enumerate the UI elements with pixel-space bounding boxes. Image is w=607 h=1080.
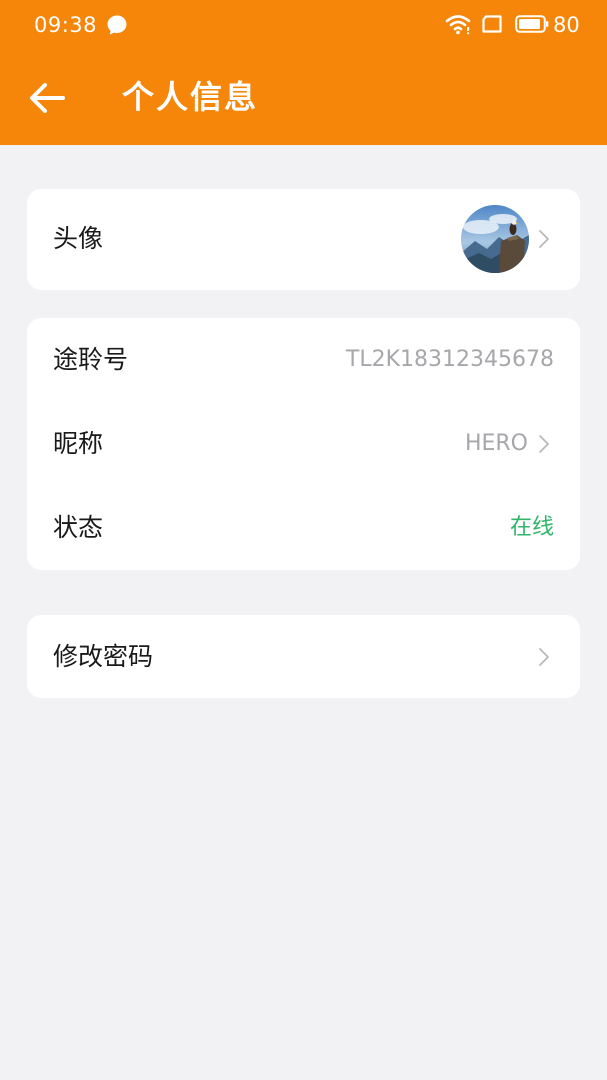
status-value: 在线 (509, 515, 554, 540)
wifi-icon (445, 15, 471, 35)
arrow-left-icon (30, 83, 65, 113)
sim-card-icon (482, 15, 502, 33)
chevron-right-icon (539, 435, 549, 453)
chevron-right-icon (539, 230, 549, 248)
battery-icon (515, 15, 549, 33)
change-password-row[interactable]: 修改密码 (27, 615, 580, 698)
status-time: 09:38 (34, 13, 98, 37)
back-button[interactable] (18, 72, 74, 124)
chevron-right-icon (539, 648, 549, 666)
avatar[interactable] (461, 205, 529, 273)
account-id-value: TL2K18312345678 (345, 347, 554, 372)
security-card: 修改密码 (27, 615, 580, 698)
avatar-row[interactable]: 头像 (27, 189, 580, 290)
avatar-card: 头像 (27, 189, 580, 290)
info-card: 途聆号 TL2K18312345678 昵称 HERO 状态 在线 (27, 318, 580, 570)
nav-bar: 个人信息 (0, 50, 607, 145)
status-row: 状态 在线 (27, 486, 580, 570)
app-header: 09:38 80 个人信息 (0, 0, 607, 145)
status-bar: 09:38 80 (0, 0, 607, 50)
message-bubble-icon (107, 15, 127, 35)
nickname-row[interactable]: 昵称 HERO (27, 402, 580, 486)
nickname-label: 昵称 (53, 429, 104, 458)
change-password-label: 修改密码 (53, 642, 154, 671)
account-id-row: 途聆号 TL2K18312345678 (27, 318, 580, 402)
account-id-label: 途聆号 (53, 345, 129, 374)
avatar-label: 头像 (53, 224, 104, 253)
status-label: 状态 (53, 513, 104, 542)
page-title: 个人信息 (122, 78, 259, 116)
battery-level: 80 (553, 13, 580, 37)
nickname-value: HERO (464, 431, 528, 456)
